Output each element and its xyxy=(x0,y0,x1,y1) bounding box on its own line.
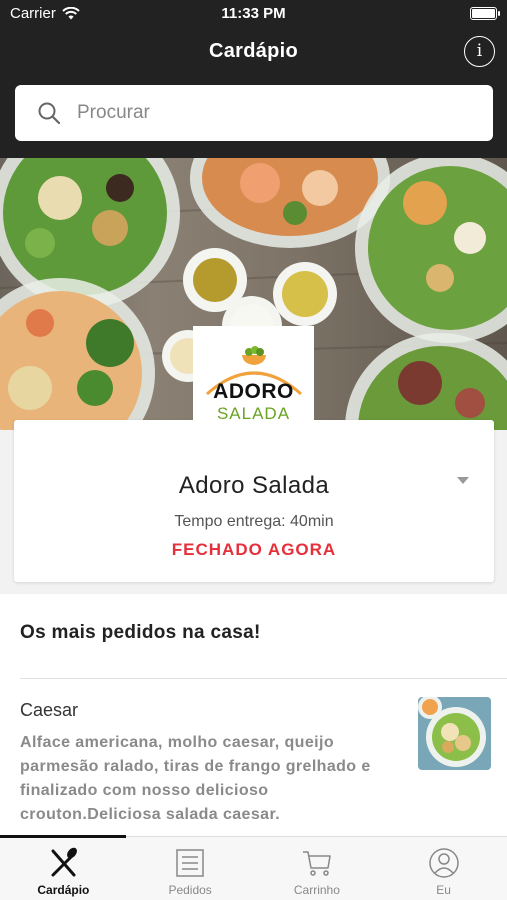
delivery-time: Tempo entrega: 40min xyxy=(174,513,334,530)
tab-cardapio[interactable]: Cardápio xyxy=(0,837,127,900)
active-tab-indicator xyxy=(0,835,126,838)
nav-bar: Cardápio i xyxy=(0,28,507,158)
search-bar[interactable] xyxy=(15,85,493,141)
open-status-badge: FECHADO AGORA xyxy=(171,540,337,559)
tab-eu[interactable]: Eu xyxy=(380,837,507,900)
tab-pedidos[interactable]: Pedidos xyxy=(127,837,254,900)
status-bar: Carrier 11:33 PM xyxy=(0,0,507,28)
logo-text-line1: ADORO xyxy=(213,380,294,403)
fork-knife-icon xyxy=(51,847,78,877)
info-icon[interactable]: i xyxy=(464,36,495,67)
tab-bar: Cardápio Pedidos Carrinho Eu xyxy=(0,835,507,900)
cart-icon xyxy=(302,851,331,876)
menu-item-thumbnail[interactable] xyxy=(418,697,491,770)
list-icon xyxy=(176,849,204,877)
section-divider xyxy=(20,678,507,679)
battery-icon xyxy=(470,7,500,20)
tab-carrinho[interactable]: Carrinho xyxy=(254,837,381,900)
menu-item-description: Alface americana, molho caesar, queijo p… xyxy=(20,734,371,823)
menu-item-name: Caesar xyxy=(20,700,79,720)
page-title: Cardápio xyxy=(208,40,299,62)
menu-content: Os mais pedidos na casa! Caesar Alface a… xyxy=(0,594,507,836)
search-input[interactable] xyxy=(77,102,457,124)
search-icon xyxy=(38,102,61,125)
salad-bowl-icon xyxy=(242,346,266,365)
clock: 11:33 PM xyxy=(221,5,286,22)
user-icon xyxy=(428,848,459,878)
section-title: Os mais pedidos na casa! xyxy=(20,622,261,643)
tab-label: Eu xyxy=(436,883,451,897)
restaurant-name: Adoro Salada xyxy=(178,472,330,499)
tab-label: Cardápio xyxy=(37,883,90,897)
restaurant-logo: ADORO SALADA xyxy=(193,326,314,432)
tab-label: Pedidos xyxy=(168,883,212,897)
tab-label: Carrinho xyxy=(293,883,340,897)
restaurant-info-card[interactable]: Adoro Salada Tempo entrega: 40min FECHAD… xyxy=(14,420,494,582)
logo-text-line2: SALADA xyxy=(216,404,291,423)
